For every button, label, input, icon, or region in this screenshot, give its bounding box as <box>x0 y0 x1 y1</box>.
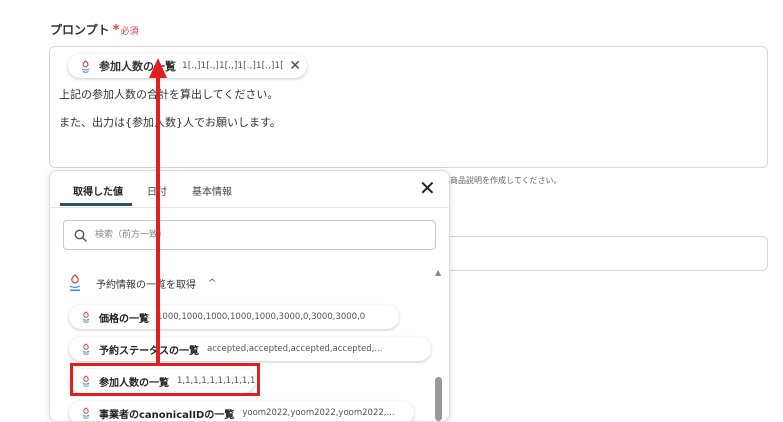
scrollbar-thumb[interactable] <box>435 377 442 421</box>
annotation-highlight-box <box>70 363 260 396</box>
tab-basic-info[interactable]: 基本情報 <box>192 183 232 198</box>
prompt-line-1: 上記の参加人数の合計を算出してください。 <box>59 88 279 101</box>
item-value: yoom2022,yoom2022,yoom2022,... <box>242 408 395 418</box>
popup-tabs: 取得した値 日付 基本情報 <box>50 171 449 208</box>
yoom-logo-icon <box>82 343 90 355</box>
item-value: accepted,accepted,accepted,accepted,... <box>207 344 383 354</box>
prompt-label-text: プロンプト <box>50 23 110 37</box>
search-icon <box>74 229 87 242</box>
search-field[interactable] <box>63 220 436 250</box>
chevron-up-icon[interactable]: ^ <box>208 278 216 289</box>
group-title: 予約情報の一覧を取得 <box>96 279 196 291</box>
scroll-up-arrow-icon[interactable]: ▲ <box>435 268 441 277</box>
required-text: 必須 <box>120 27 139 37</box>
chip-name: 参加人数の一覧 <box>99 60 176 73</box>
yoom-logo-icon <box>82 311 90 323</box>
active-tab-indicator <box>60 203 132 206</box>
prompt-label: プロンプト *必須 <box>50 21 138 38</box>
tab-date[interactable]: 日付 <box>147 183 167 198</box>
item-name: 価格の一覧 <box>99 313 149 325</box>
list-item-price[interactable]: 価格の一覧 1000,1000,1000,1000,1000,3000,0,30… <box>69 305 399 329</box>
tab-acquired-values[interactable]: 取得した値 <box>73 183 123 198</box>
prompt-line-2: また、出力は{参加人数}人でお願いします。 <box>59 116 281 129</box>
item-value: 1000,1000,1000,1000,1000,3000,0,3000,300… <box>157 312 366 322</box>
yoom-logo-icon <box>69 274 81 291</box>
search-input[interactable] <box>93 229 397 241</box>
item-name: 予約ステータスの一覧 <box>99 345 199 357</box>
group-reservation-list[interactable]: 予約情報の一覧を取得 ^ <box>68 274 216 292</box>
list-item-reservation-status[interactable]: 予約ステータスの一覧 accepted,accepted,accepted,ac… <box>69 337 431 361</box>
variable-chip-participants[interactable]: 参加人数の一覧 1[.,]1[.,]1[.,]1[.,]1[.,]1[.... … <box>68 54 307 78</box>
item-name: 事業者のcanonicalIDの一覧 <box>99 409 235 421</box>
yoom-logo-icon <box>81 59 90 73</box>
close-icon[interactable]: ✕ <box>289 58 301 74</box>
background-input-field[interactable] <box>449 236 768 271</box>
close-icon[interactable]: ✕ <box>419 178 436 198</box>
helper-text: 商品説明を作成してください。 <box>450 176 562 185</box>
required-star: * <box>112 23 120 38</box>
yoom-logo-icon <box>82 407 90 419</box>
chip-value: 1[.,]1[.,]1[.,]1[.,]1[.,]1[.... <box>182 61 284 71</box>
